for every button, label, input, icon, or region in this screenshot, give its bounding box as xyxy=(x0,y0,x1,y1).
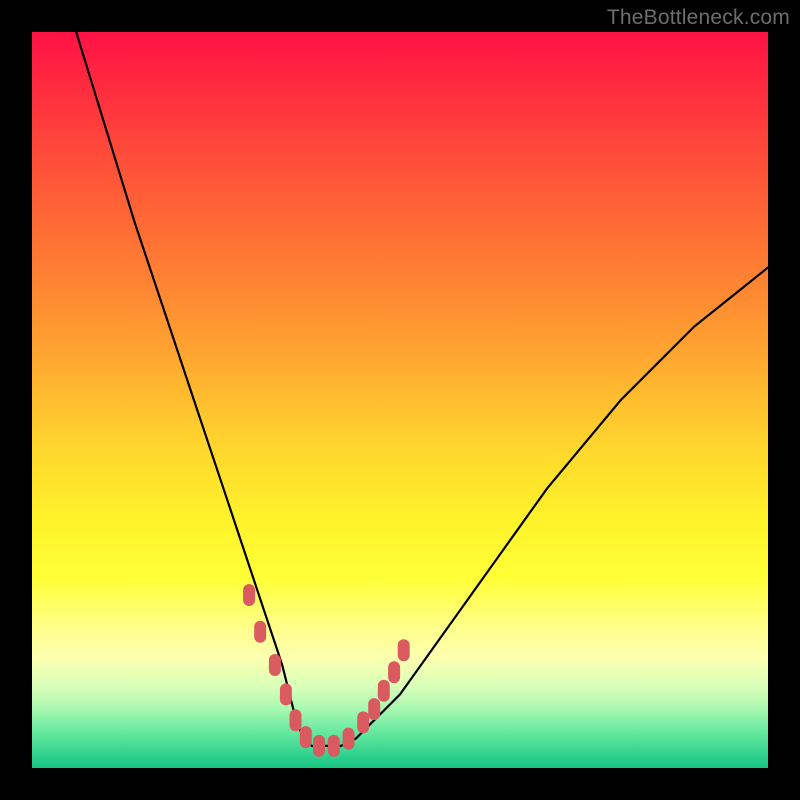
plot-area xyxy=(32,32,768,768)
curve-marker xyxy=(254,621,266,643)
curve-marker xyxy=(280,683,292,705)
curve-marker xyxy=(398,639,410,661)
curve-marker xyxy=(300,726,312,748)
curve-marker xyxy=(357,711,369,733)
curve-marker xyxy=(313,735,325,757)
curve-marker xyxy=(243,584,255,606)
chart-stage: TheBottleneck.com xyxy=(0,0,800,800)
marker-group xyxy=(243,584,410,757)
curve-marker xyxy=(290,709,302,731)
curve-marker xyxy=(368,698,380,720)
chart-svg xyxy=(32,32,768,768)
curve-marker xyxy=(269,654,281,676)
curve-marker xyxy=(378,680,390,702)
curve-marker xyxy=(343,728,355,750)
curve-marker xyxy=(388,661,400,683)
watermark-label: TheBottleneck.com xyxy=(607,6,790,30)
bottleneck-curve xyxy=(76,32,768,746)
curve-marker xyxy=(328,735,340,757)
